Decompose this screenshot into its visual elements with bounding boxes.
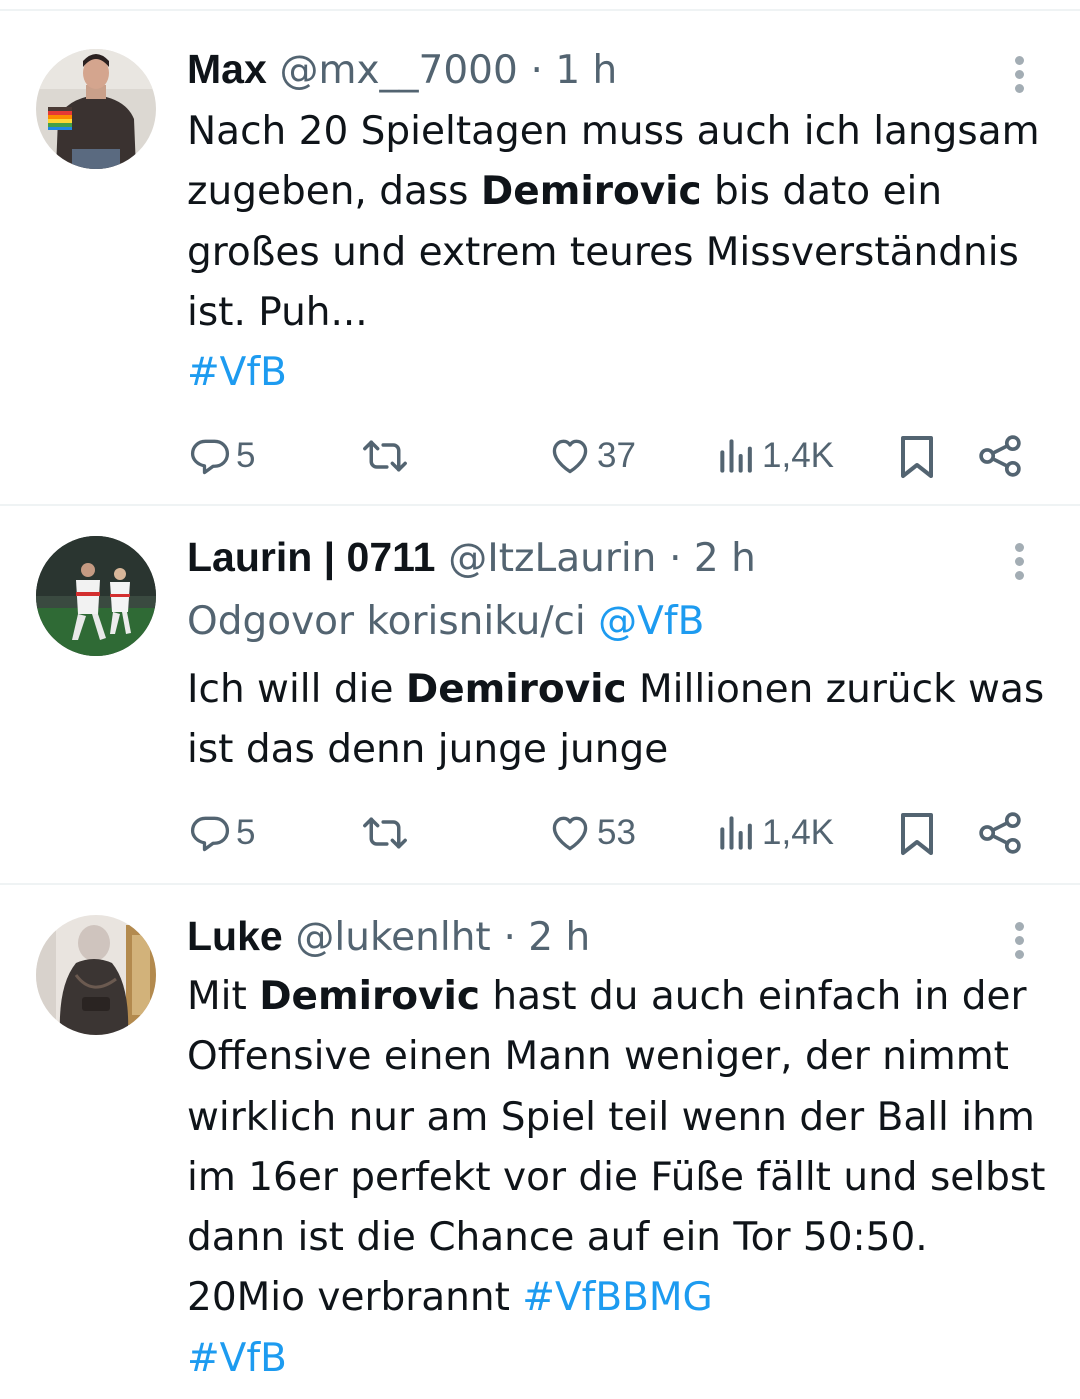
views-icon	[720, 816, 752, 850]
tweet-3[interactable]: Luke @lukenlht · 2 h Mit Demirovic hast …	[0, 885, 1080, 1399]
reply-button[interactable]: 5	[188, 431, 255, 481]
action-bar: 5 37 1,4K	[0, 431, 1080, 481]
avatar[interactable]	[36, 49, 156, 169]
timestamp[interactable]: · 2 h	[669, 536, 756, 581]
author-name[interactable]: Max	[187, 46, 267, 92]
replying-to-label: Odgovor korisniku/ci	[187, 599, 586, 644]
retweet-button[interactable]	[359, 808, 411, 858]
heart-icon	[552, 439, 588, 474]
top-divider	[0, 0, 1080, 11]
timestamp[interactable]: · 1 h	[531, 48, 618, 93]
retweet-icon	[363, 817, 407, 849]
view-count: 1,4K	[762, 813, 834, 852]
highlighted-term: Demirovic	[480, 169, 702, 215]
bookmark-button[interactable]	[897, 431, 937, 481]
hashtag-link[interactable]: #VfB	[187, 350, 287, 395]
like-button[interactable]: 37	[547, 431, 636, 481]
views-button[interactable]: 1,4K	[716, 808, 834, 858]
hashtag-link[interactable]: #VfB	[187, 1336, 287, 1381]
share-button[interactable]	[976, 808, 1024, 858]
reply-icon	[190, 439, 230, 475]
reply-icon	[190, 816, 230, 852]
views-icon	[720, 439, 752, 473]
share-icon	[979, 435, 1021, 477]
tweet-header: Max @mx__7000 · 1 h	[187, 45, 617, 95]
action-bar: 5 53 1,4K	[0, 808, 1080, 858]
tweet-2[interactable]: Laurin | 0711 @ItzLaurin · 2 h Odgovor k…	[0, 506, 1080, 885]
share-button[interactable]	[976, 431, 1024, 481]
hashtag-link[interactable]: #VfBBMG	[522, 1275, 712, 1320]
author-name[interactable]: Luke	[187, 913, 283, 959]
highlighted-term: Demirovic	[405, 667, 627, 712]
tweet-1[interactable]: Max @mx__7000 · 1 h Nach 20 Spieltagen m…	[0, 11, 1080, 506]
more-options-button[interactable]	[1004, 56, 1036, 96]
highlighted-term: Demirovic	[259, 974, 480, 1019]
timestamp[interactable]: · 2 h	[503, 915, 590, 960]
like-button[interactable]: 53	[547, 808, 636, 858]
tweet-header: Laurin | 0711 @ItzLaurin · 2 h	[187, 533, 756, 583]
tweet-text-segment: Ich will die	[187, 667, 406, 712]
tweet-text-segment: Mit	[187, 974, 260, 1019]
view-count: 1,4K	[762, 436, 834, 475]
views-button[interactable]: 1,4K	[716, 431, 834, 481]
bookmark-icon	[901, 813, 933, 855]
more-options-button[interactable]	[1004, 922, 1036, 962]
heart-icon	[552, 816, 588, 851]
bookmark-button[interactable]	[897, 808, 937, 858]
author-handle[interactable]: @mx__7000	[279, 48, 517, 93]
author-name[interactable]: Laurin | 0711	[187, 534, 435, 580]
tweet-text: Mit Demirovic hast du auch einfach in de…	[187, 967, 1057, 1389]
share-icon	[979, 812, 1021, 854]
reply-button[interactable]: 5	[188, 808, 255, 858]
more-icon	[1015, 543, 1024, 552]
tweet-text: Nach 20 Spieltagen muss auch ich langsam…	[187, 102, 1057, 403]
more-icon	[1015, 56, 1024, 65]
replying-to-handle[interactable]: @VfB	[598, 599, 704, 644]
replying-to: Odgovor korisniku/ci @VfB	[187, 598, 704, 646]
like-count: 53	[597, 813, 636, 852]
avatar[interactable]	[36, 915, 156, 1035]
bookmark-icon	[901, 436, 933, 478]
tweet-text-segment: hast du auch einfach in der Offensive ei…	[187, 974, 1046, 1321]
retweet-icon	[363, 440, 407, 472]
like-count: 37	[597, 436, 636, 475]
reply-count: 5	[236, 436, 256, 475]
more-icon	[1015, 922, 1024, 931]
tweet-text: Ich will die Demirovic Millionen zurück …	[187, 660, 1057, 781]
more-options-button[interactable]	[1004, 543, 1036, 583]
avatar[interactable]	[36, 536, 156, 656]
retweet-button[interactable]	[359, 431, 411, 481]
author-handle[interactable]: @lukenlht	[295, 915, 490, 960]
author-handle[interactable]: @ItzLaurin	[448, 536, 656, 581]
reply-count: 5	[236, 813, 256, 852]
tweet-header: Luke @lukenlht · 2 h	[187, 912, 590, 962]
